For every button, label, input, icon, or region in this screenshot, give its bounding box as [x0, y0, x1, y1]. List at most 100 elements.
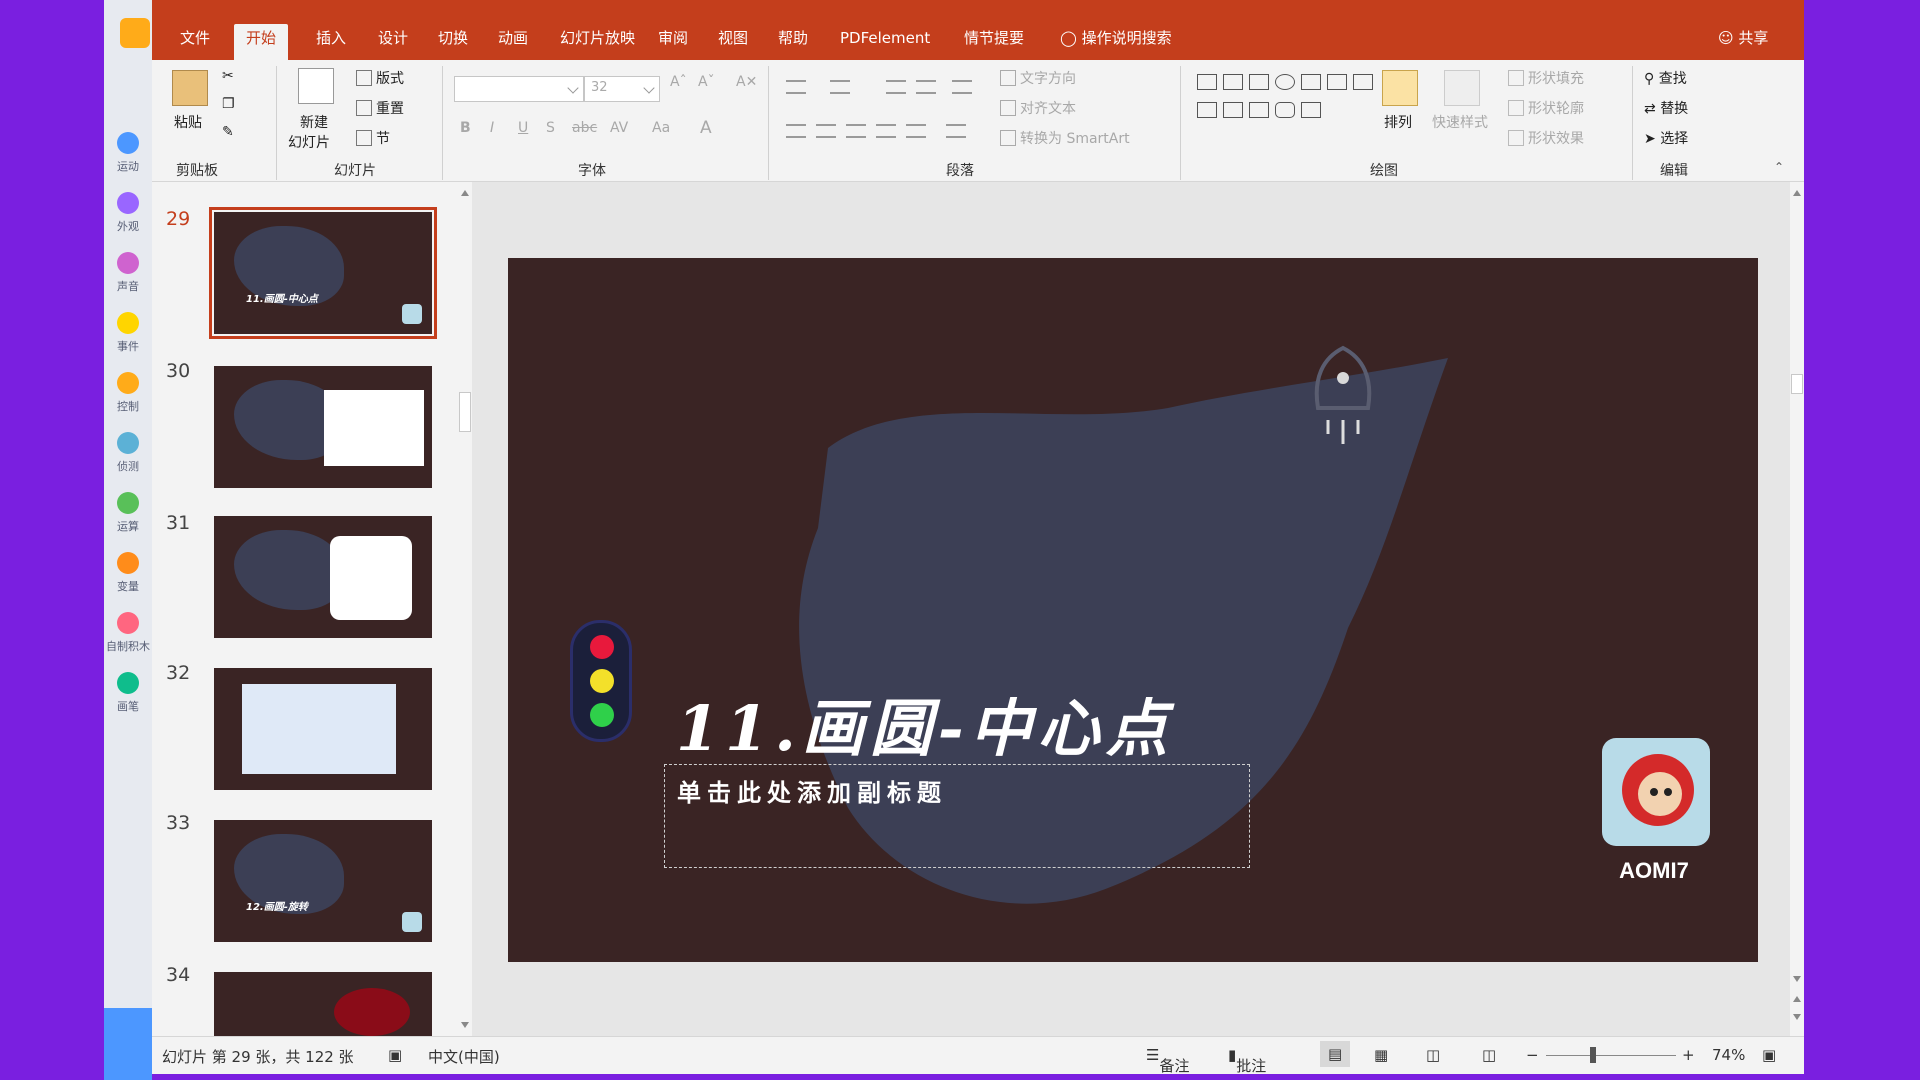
justify-icon[interactable] [876, 124, 896, 138]
select-button[interactable]: ➤ 选择 [1644, 128, 1688, 148]
tab-home[interactable]: 开始 [234, 24, 289, 60]
scratch-category[interactable]: 运算 [104, 492, 152, 534]
shape-triangle[interactable] [1327, 74, 1347, 90]
normal-view-icon[interactable]: ▤ [1320, 1041, 1351, 1067]
extension-button[interactable] [104, 1008, 152, 1080]
shrink-font-icon[interactable]: Aˇ [698, 74, 715, 90]
grow-font-icon[interactable]: Aˆ [670, 74, 687, 90]
previous-slide-icon[interactable] [1793, 996, 1801, 1002]
zoom-in-icon[interactable]: + [1682, 1046, 1695, 1064]
copy-icon[interactable]: ❐ [222, 96, 235, 112]
tab-design[interactable]: 设计 [366, 24, 420, 60]
zoom-out-icon[interactable]: − [1526, 1046, 1539, 1064]
slide-sorter-icon[interactable]: ▦ [1374, 1046, 1388, 1064]
scroll-thumb[interactable] [459, 392, 471, 432]
shape-rounded[interactable] [1275, 102, 1295, 118]
cut-icon[interactable]: ✂ [222, 68, 234, 84]
thumbnail-slide-29[interactable]: 11.画圆-中心点 [209, 207, 437, 339]
scratch-category[interactable]: 外观 [104, 192, 152, 234]
replace-button[interactable]: ⇄ 替换 [1644, 98, 1688, 118]
reading-view-icon[interactable]: ◫ [1426, 1046, 1440, 1064]
next-slide-icon[interactable] [1793, 1014, 1801, 1020]
text-direction-button[interactable]: 文字方向 [1000, 68, 1076, 88]
align-right-icon[interactable] [846, 124, 866, 138]
notes-button[interactable]: ☰ 备注 [1146, 1046, 1189, 1075]
arrange-button[interactable]: 排列 [1384, 112, 1412, 132]
scratch-category[interactable]: 自制积木 [104, 612, 152, 654]
quick-styles-button[interactable]: 快速样式 [1432, 112, 1488, 132]
tab-slideshow[interactable]: 幻灯片放映 [548, 24, 647, 60]
thumbnail-slide-30[interactable] [214, 366, 432, 488]
thumbnail-slide-34[interactable] [214, 972, 432, 1036]
new-slide-icon[interactable] [298, 68, 334, 104]
section-button[interactable]: 节 [356, 128, 390, 148]
tab-storyboard[interactable]: 情节提要 [952, 24, 1036, 60]
increase-indent-icon[interactable] [916, 80, 936, 94]
tab-transitions[interactable]: 切换 [426, 24, 480, 60]
scroll-down-icon[interactable] [461, 1022, 469, 1028]
convert-smartart-button[interactable]: 转换为 SmartArt [1000, 128, 1130, 148]
shadow-icon[interactable]: S [546, 120, 555, 136]
tab-pdfelement[interactable]: PDFelement [828, 24, 942, 60]
shape-rect[interactable] [1249, 74, 1269, 90]
decrease-indent-icon[interactable] [886, 80, 906, 94]
shapes-gallery[interactable] [1194, 70, 1384, 150]
new-slide-button[interactable]: 新建 [300, 112, 328, 132]
shape-line[interactable] [1223, 74, 1243, 90]
clear-format-icon[interactable]: A✕ [736, 74, 757, 90]
shape-curve[interactable] [1197, 102, 1217, 118]
slideshow-icon[interactable]: ◫ [1482, 1046, 1496, 1064]
collapse-ribbon-icon[interactable]: ⌃ [1774, 160, 1784, 174]
scroll-thumb[interactable] [1791, 374, 1803, 394]
layout-button[interactable]: 版式 [356, 68, 404, 88]
align-text-button[interactable]: 对齐文本 [1000, 98, 1076, 118]
char-spacing-icon[interactable]: AV [610, 120, 628, 136]
quick-styles-icon[interactable] [1444, 70, 1480, 106]
shape-fill-button[interactable]: 形状填充 [1508, 68, 1584, 88]
tab-insert[interactable]: 插入 [304, 24, 358, 60]
thumbnails-scrollbar[interactable] [458, 182, 472, 1036]
scroll-up-icon[interactable] [1793, 190, 1801, 196]
shape-oval[interactable] [1275, 74, 1295, 90]
zoom-slider[interactable] [1546, 1055, 1676, 1056]
current-slide[interactable]: 11.画圆-中心点 单击此处添加副标题 AOMI7 [508, 258, 1758, 962]
font-size-combo[interactable]: 32 [584, 76, 660, 102]
comments-button[interactable]: ▮ 批注 [1228, 1046, 1266, 1075]
tell-me-search[interactable]: ◯ 操作说明搜索 [1048, 24, 1184, 60]
font-color-icon[interactable]: A [700, 118, 712, 138]
scroll-up-icon[interactable] [461, 190, 469, 196]
shape-textbox[interactable] [1197, 74, 1217, 90]
shape-freeform[interactable] [1301, 102, 1321, 118]
distribute-icon[interactable] [946, 124, 966, 138]
tab-help[interactable]: 帮助 [766, 24, 820, 60]
shape-connector[interactable] [1353, 74, 1373, 90]
bullets-icon[interactable] [786, 80, 806, 94]
zoom-level[interactable]: 74% [1712, 1046, 1745, 1064]
thumbnail-slide-33[interactable]: 12.画圆-旋转 [214, 820, 432, 942]
align-center-icon[interactable] [816, 124, 836, 138]
line-spacing-icon[interactable] [952, 80, 972, 94]
arrange-icon[interactable] [1382, 70, 1418, 106]
subtitle-placeholder[interactable]: 单击此处添加副标题 [664, 764, 1250, 868]
scratch-category[interactable]: 运动 [104, 132, 152, 174]
bold-icon[interactable]: B [460, 120, 471, 136]
scratch-category[interactable]: 画笔 [104, 672, 152, 714]
shape-effects-button[interactable]: 形状效果 [1508, 128, 1584, 148]
paste-button[interactable]: 粘贴 [174, 112, 202, 132]
tab-view[interactable]: 视图 [706, 24, 760, 60]
underline-icon[interactable]: U [518, 120, 528, 136]
tab-animations[interactable]: 动画 [486, 24, 540, 60]
slide-scrollbar[interactable] [1790, 182, 1804, 1036]
share-button[interactable]: ☺ 共享 [1706, 24, 1780, 60]
thumbnail-slide-32[interactable] [214, 668, 432, 790]
slide-title[interactable]: 11.画圆-中心点 [676, 678, 1174, 768]
shape-arrow[interactable] [1301, 74, 1321, 90]
shape-star[interactable] [1249, 102, 1269, 118]
numbering-icon[interactable] [830, 80, 850, 94]
scratch-category[interactable]: 声音 [104, 252, 152, 294]
scratch-category[interactable]: 变量 [104, 552, 152, 594]
strikethrough-icon[interactable]: abc [572, 120, 597, 136]
new-slide-label[interactable]: 幻灯片 [288, 132, 330, 152]
scratch-category[interactable]: 侦测 [104, 432, 152, 474]
change-case-icon[interactable]: Aa [652, 120, 670, 136]
